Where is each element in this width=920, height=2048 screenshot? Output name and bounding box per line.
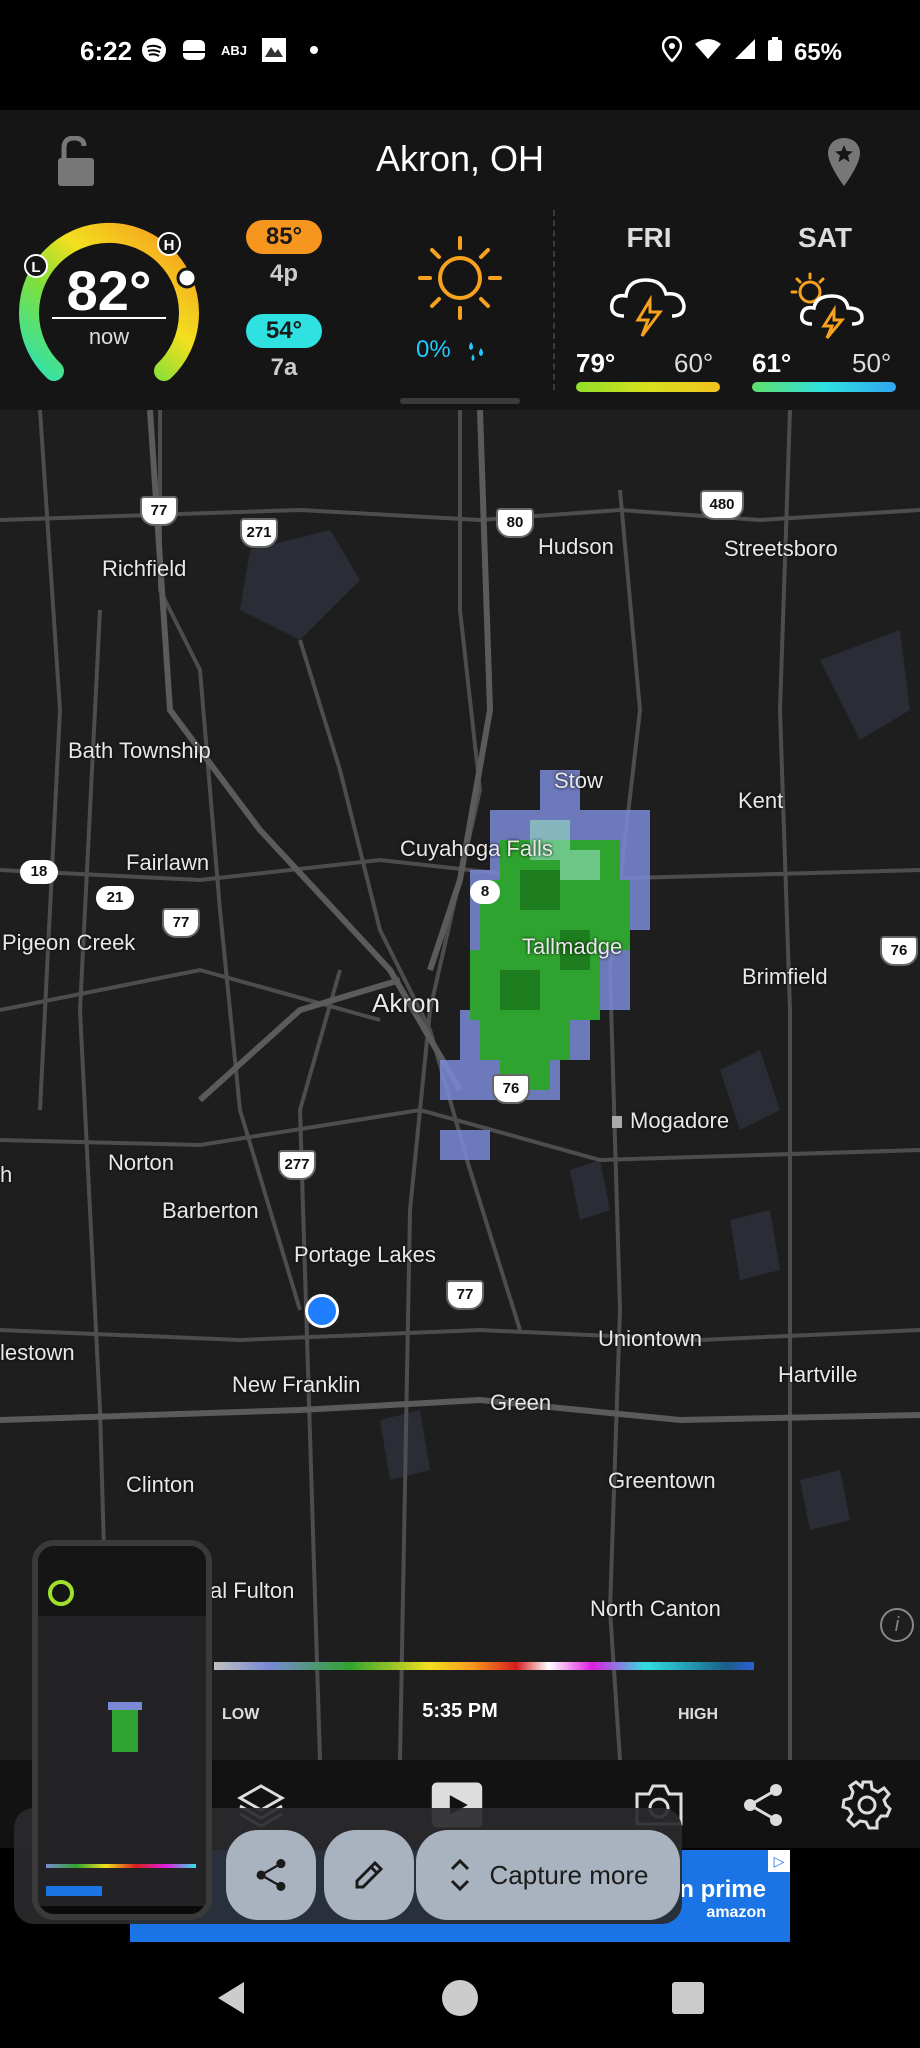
capture-more-button[interactable]: Capture more bbox=[416, 1830, 680, 1920]
place-label: Hartville bbox=[778, 1362, 858, 1387]
forecast-lo-sat: 50° bbox=[852, 348, 892, 378]
place-label: New Franklin bbox=[232, 1372, 361, 1397]
screenshot-edit-button[interactable] bbox=[324, 1830, 414, 1920]
spotify-icon bbox=[140, 36, 168, 64]
legend-high-label: HIGH bbox=[678, 1706, 718, 1723]
highway-shield: 80 bbox=[496, 508, 534, 538]
highway-shield: 271 bbox=[240, 518, 278, 548]
route-shield: 8 bbox=[470, 880, 500, 904]
drag-handle[interactable] bbox=[400, 398, 520, 404]
place-label: Stow bbox=[554, 768, 603, 793]
place-label: Brimfield bbox=[742, 964, 828, 989]
raindrops-icon bbox=[469, 341, 484, 361]
forecast-range-bar-sat bbox=[752, 382, 896, 392]
signal-icon bbox=[734, 38, 756, 67]
place-label: Hudson bbox=[538, 534, 614, 559]
route-shield: 18 bbox=[20, 860, 58, 884]
forecast-lo-fri: 60° bbox=[674, 348, 714, 378]
forecast-day-name: SAT bbox=[798, 222, 852, 253]
location-title[interactable]: Akron, OH bbox=[0, 138, 920, 180]
place-label: Uniontown bbox=[598, 1326, 702, 1351]
place-label: h bbox=[0, 1162, 13, 1187]
low-temp-pill: 54° bbox=[246, 314, 322, 348]
place-label: Pigeon Creek bbox=[2, 930, 136, 955]
share-icon bbox=[256, 1859, 286, 1891]
back-button[interactable] bbox=[210, 1976, 254, 2020]
share-icon[interactable] bbox=[736, 1778, 790, 1832]
photo-icon bbox=[260, 36, 288, 64]
current-temp-label: now bbox=[88, 324, 130, 349]
notification-dot-icon bbox=[300, 36, 328, 64]
highway-shield: 77 bbox=[162, 908, 200, 938]
place-label: Tallmadge bbox=[522, 934, 623, 959]
highway-shield: 277 bbox=[278, 1150, 316, 1180]
place-label: Cuyahoga Falls bbox=[400, 836, 553, 861]
place-label: Richfield bbox=[102, 556, 187, 581]
wifi-icon bbox=[694, 38, 722, 67]
highway-shield: 77 bbox=[140, 496, 178, 526]
weather-header: Akron, OH L H 82° now 85° 4p 54° 7a 0% F… bbox=[0, 110, 920, 410]
radar-legend-bar bbox=[214, 1662, 754, 1670]
edit-icon bbox=[355, 1860, 384, 1889]
status-time: 6:22 bbox=[80, 36, 133, 66]
route-shield: 21 bbox=[96, 886, 134, 910]
precip-value: 0% bbox=[416, 336, 451, 363]
place-label: Clinton bbox=[126, 1472, 195, 1497]
home-button[interactable] bbox=[438, 1976, 482, 2020]
current-location-dot[interactable] bbox=[305, 1294, 339, 1328]
info-icon[interactable]: i bbox=[880, 1608, 914, 1642]
expand-icon bbox=[450, 1858, 469, 1892]
settings-icon[interactable] bbox=[840, 1778, 894, 1832]
place-label: Kent bbox=[738, 788, 784, 813]
location-icon bbox=[661, 35, 683, 69]
forecast-range-bar-fri bbox=[576, 382, 720, 392]
favorite-location-icon[interactable] bbox=[826, 136, 862, 193]
place-label: Fairlawn bbox=[126, 850, 210, 875]
battery-icon bbox=[767, 37, 782, 68]
forecast-hi-fri: 79° bbox=[576, 348, 616, 378]
highway-shield: 76 bbox=[492, 1074, 530, 1104]
sun-icon[interactable] bbox=[410, 228, 510, 333]
place-label: Mogadore bbox=[630, 1108, 730, 1133]
highway-shield: 480 bbox=[700, 490, 744, 520]
current-temp: 82° bbox=[66, 259, 152, 322]
forecast-day-name: FRI bbox=[626, 222, 672, 253]
recents-button[interactable] bbox=[666, 1976, 710, 2020]
place-label: Portage Lakes bbox=[294, 1242, 436, 1267]
precip-chance: 0% bbox=[416, 336, 489, 364]
forecast-hi-sat: 61° bbox=[752, 348, 792, 378]
place-label: Barberton bbox=[162, 1198, 259, 1223]
place-label: Greentown bbox=[608, 1468, 716, 1493]
highway-shield: 76 bbox=[880, 936, 918, 966]
gauge-high-marker: H bbox=[164, 237, 175, 254]
status-bar: 6:22 ABJ 65% bbox=[0, 0, 920, 110]
screenshot-share-button[interactable] bbox=[226, 1830, 316, 1920]
place-label: North Canton bbox=[590, 1596, 721, 1621]
place-label: Bath Township bbox=[68, 738, 211, 763]
capture-more-label: Capture more bbox=[489, 1859, 649, 1890]
battery-percent: 65% bbox=[793, 38, 842, 66]
place-label: Norton bbox=[108, 1150, 175, 1175]
place-label: Green bbox=[490, 1390, 552, 1415]
header-divider bbox=[553, 210, 555, 390]
place-label: Streetsboro bbox=[724, 536, 838, 561]
thunderstorm-icon bbox=[606, 270, 690, 345]
high-temp-time: 4p bbox=[269, 260, 298, 287]
place-label: lestown bbox=[0, 1340, 75, 1365]
partly-sunny-thunderstorm-icon bbox=[782, 270, 866, 345]
forecast-day-fri[interactable]: FRI bbox=[574, 222, 724, 254]
screenshot-thumbnail[interactable] bbox=[32, 1540, 212, 1920]
storage-icon bbox=[180, 36, 208, 64]
place-label: Akron bbox=[372, 988, 440, 1018]
low-temp-time: 7a bbox=[270, 354, 298, 381]
place-label: al Fulton bbox=[210, 1578, 295, 1603]
system-nav-bar bbox=[0, 1948, 920, 2048]
city-marker bbox=[612, 1116, 622, 1128]
highway-shield: 77 bbox=[446, 1280, 484, 1310]
moon-icon bbox=[101, 356, 113, 380]
abj-icon: ABJ bbox=[220, 42, 247, 58]
ad-choices-icon[interactable]: ▷ bbox=[768, 1850, 790, 1872]
high-temp-pill: 85° bbox=[246, 220, 322, 254]
forecast-day-sat[interactable]: SAT bbox=[750, 222, 900, 254]
